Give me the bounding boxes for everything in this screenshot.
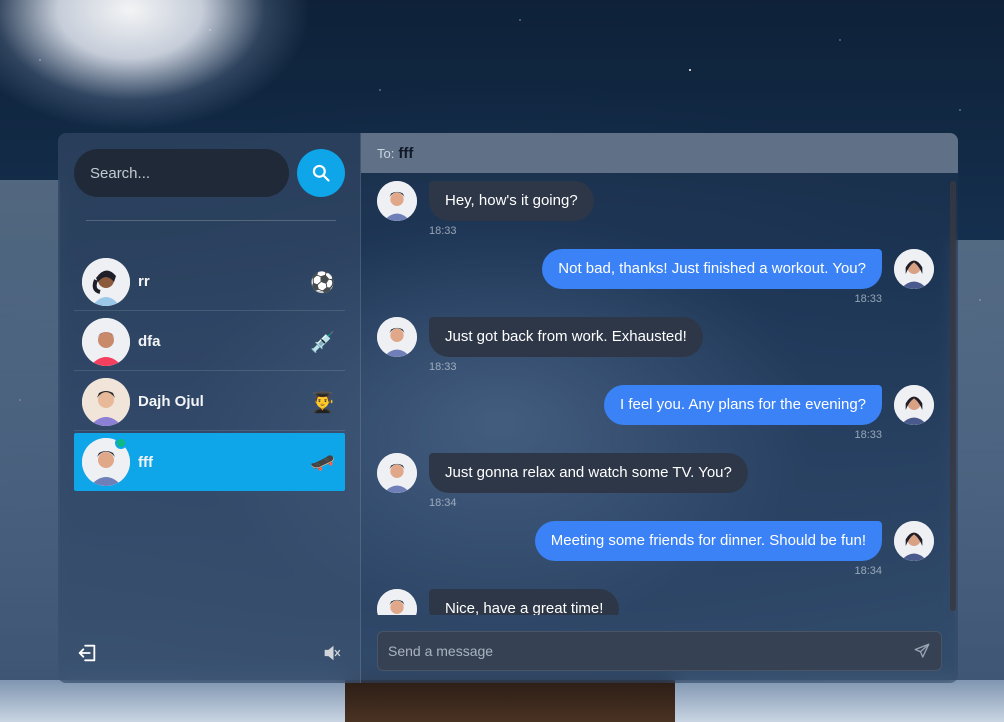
- message-incoming: Nice, have a great time!: [377, 589, 934, 615]
- soccer-ball-icon: ⚽: [310, 269, 335, 294]
- search-input[interactable]: [74, 149, 289, 197]
- message-outgoing: Not bad, thanks! Just finished a workout…: [377, 249, 934, 313]
- message-time: 18:33: [429, 225, 457, 237]
- message-time: 18:33: [854, 293, 882, 305]
- message-bubble: Just got back from work. Exhausted!: [429, 317, 703, 357]
- student-icon: 👨‍🎓: [310, 389, 335, 414]
- avatar: [894, 249, 934, 289]
- send-icon: [914, 643, 930, 658]
- message-input[interactable]: [388, 643, 913, 659]
- contact-name: dfa: [138, 333, 161, 350]
- avatar: [82, 317, 130, 366]
- message-time: 18:33: [854, 429, 882, 441]
- avatar: [377, 181, 417, 221]
- message-bubble: Just gonna relax and watch some TV. You?: [429, 453, 748, 493]
- background-trees-left: [0, 180, 60, 722]
- message-bubble: Meeting some friends for dinner. Should …: [534, 521, 882, 561]
- contact-list: rr ⚽ dfa 💉 Dajh Ojul 👨‍🎓: [74, 253, 345, 493]
- message-outgoing: I feel you. Any plans for the evening? 1…: [377, 385, 934, 449]
- syringe-icon: 💉: [310, 329, 335, 354]
- avatar: [377, 589, 417, 615]
- message-time: 18:34: [854, 565, 882, 577]
- scrollbar-thumb[interactable]: [950, 181, 956, 611]
- chat-app: rr ⚽ dfa 💉 Dajh Ojul 👨‍🎓: [58, 133, 958, 683]
- volume-mute-icon: [324, 645, 341, 661]
- message-incoming: Just got back from work. Exhausted! 18:3…: [377, 317, 934, 381]
- avatar: [82, 257, 130, 306]
- message-incoming: Just gonna relax and watch some TV. You?…: [377, 453, 934, 517]
- message-time: 18:33: [429, 361, 457, 373]
- message-outgoing: Meeting some friends for dinner. Should …: [377, 521, 934, 585]
- message-bubble: Hey, how's it going?: [429, 181, 594, 221]
- avatar: [894, 521, 934, 561]
- message-bubble: Not bad, thanks! Just finished a workout…: [542, 249, 882, 289]
- message-scrollbar[interactable]: [950, 181, 956, 611]
- message-list: Hey, how's it going? 18:33 Not bad, than…: [361, 173, 958, 615]
- search-icon: [312, 164, 330, 182]
- online-status-dot: [115, 437, 127, 449]
- background-cabin: [345, 680, 675, 722]
- logout-icon: [78, 644, 96, 662]
- search-row: [74, 149, 345, 197]
- contact-name: rr: [138, 273, 150, 290]
- chat-header: To: fff: [361, 133, 958, 173]
- to-label: To:: [377, 145, 395, 161]
- contact-item-rr[interactable]: rr ⚽: [74, 253, 345, 311]
- sidebar: rr ⚽ dfa 💉 Dajh Ojul 👨‍🎓: [58, 133, 361, 683]
- contact-item-fff[interactable]: fff 🛹: [74, 433, 345, 491]
- mute-button[interactable]: [322, 643, 342, 666]
- sidebar-footer: [76, 642, 342, 667]
- message-bubble: I feel you. Any plans for the evening?: [604, 385, 882, 425]
- contact-item-dajh-ojul[interactable]: Dajh Ojul 👨‍🎓: [74, 373, 345, 431]
- search-button[interactable]: [297, 149, 345, 197]
- chat-panel: To: fff Hey, how's it going? 18:33 Not b…: [361, 133, 958, 683]
- recipient-name: fff: [398, 144, 414, 162]
- skateboard-icon: 🛹: [310, 450, 335, 474]
- contact-item-dfa[interactable]: dfa 💉: [74, 313, 345, 371]
- contact-name: Dajh Ojul: [138, 393, 204, 410]
- sidebar-divider: [86, 220, 336, 221]
- message-composer: [377, 631, 942, 671]
- background-trees-right: [954, 240, 1004, 722]
- contact-name: fff: [138, 453, 153, 471]
- avatar: [377, 317, 417, 357]
- message-incoming: Hey, how's it going? 18:33: [377, 181, 934, 245]
- avatar: [377, 453, 417, 493]
- message-time: 18:34: [429, 497, 457, 509]
- logout-button[interactable]: [76, 642, 98, 667]
- avatar: [82, 377, 130, 426]
- send-button[interactable]: [913, 642, 931, 660]
- message-bubble: Nice, have a great time!: [429, 589, 620, 615]
- avatar: [894, 385, 934, 425]
